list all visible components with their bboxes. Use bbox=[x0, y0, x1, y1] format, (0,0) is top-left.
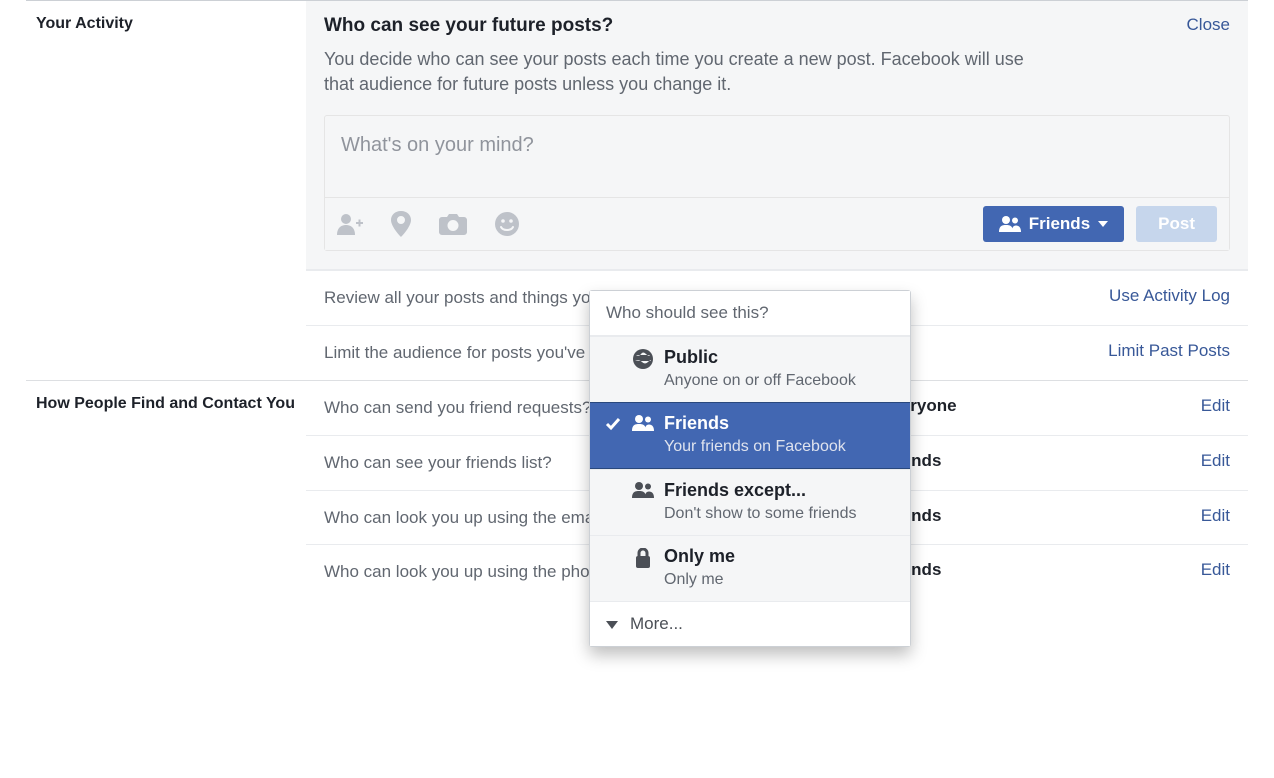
dropdown-header: Who should see this? bbox=[590, 291, 910, 336]
caret-down-icon bbox=[1098, 221, 1108, 227]
option-title: Friends bbox=[664, 413, 896, 434]
close-button[interactable]: Close bbox=[1187, 15, 1230, 35]
use-activity-log-link[interactable]: Use Activity Log bbox=[1109, 286, 1230, 305]
option-subtitle: Don't show to some friends bbox=[664, 505, 896, 523]
more-label: More... bbox=[630, 614, 683, 634]
tag-people-icon[interactable] bbox=[337, 213, 363, 235]
dropdown-option-only-me[interactable]: Only me Only me bbox=[590, 535, 910, 601]
post-button[interactable]: Post bbox=[1136, 206, 1217, 242]
post-composer: What's on your mind? bbox=[324, 115, 1230, 251]
audience-selector-button[interactable]: Friends bbox=[983, 206, 1124, 242]
location-icon[interactable] bbox=[391, 211, 411, 237]
friends-icon bbox=[632, 482, 654, 498]
future-posts-description: You decide who can see your posts each t… bbox=[324, 47, 1044, 97]
dropdown-option-friends[interactable]: Friends Your friends on Facebook bbox=[590, 402, 910, 469]
audience-dropdown: Who should see this? Public Anyone on or… bbox=[589, 290, 911, 647]
future-posts-heading: Who can see your future posts? bbox=[324, 15, 613, 37]
caret-down-icon bbox=[606, 614, 618, 634]
photo-icon[interactable] bbox=[439, 213, 467, 235]
friends-icon bbox=[632, 415, 654, 431]
composer-input[interactable]: What's on your mind? bbox=[325, 116, 1229, 197]
option-subtitle: Your friends on Facebook bbox=[664, 438, 896, 456]
edit-link[interactable]: Edit bbox=[1201, 560, 1230, 579]
composer-toolbar: Friends Post bbox=[325, 197, 1229, 250]
dropdown-more[interactable]: More... bbox=[590, 601, 910, 646]
sidebar-heading-find-contact: How People Find and Contact You bbox=[26, 381, 306, 599]
option-title: Public bbox=[664, 347, 896, 368]
friends-icon bbox=[999, 216, 1021, 232]
option-subtitle: Anyone on or off Facebook bbox=[664, 372, 896, 390]
dropdown-option-friends-except[interactable]: Friends except... Don't show to some fri… bbox=[590, 469, 910, 535]
edit-link[interactable]: Edit bbox=[1201, 506, 1230, 525]
emoji-icon[interactable] bbox=[495, 212, 519, 236]
option-subtitle: Only me bbox=[664, 571, 896, 589]
edit-link[interactable]: Edit bbox=[1201, 451, 1230, 470]
limit-past-posts-link[interactable]: Limit Past Posts bbox=[1108, 341, 1230, 360]
lock-icon bbox=[632, 548, 654, 568]
audience-selector-label: Friends bbox=[1029, 214, 1090, 234]
edit-link[interactable]: Edit bbox=[1201, 396, 1230, 415]
globe-icon bbox=[632, 349, 654, 369]
dropdown-option-public[interactable]: Public Anyone on or off Facebook bbox=[590, 336, 910, 402]
check-icon bbox=[604, 417, 622, 431]
option-title: Friends except... bbox=[664, 480, 896, 501]
sidebar-heading-activity: Your Activity bbox=[26, 1, 306, 380]
option-title: Only me bbox=[664, 546, 896, 567]
